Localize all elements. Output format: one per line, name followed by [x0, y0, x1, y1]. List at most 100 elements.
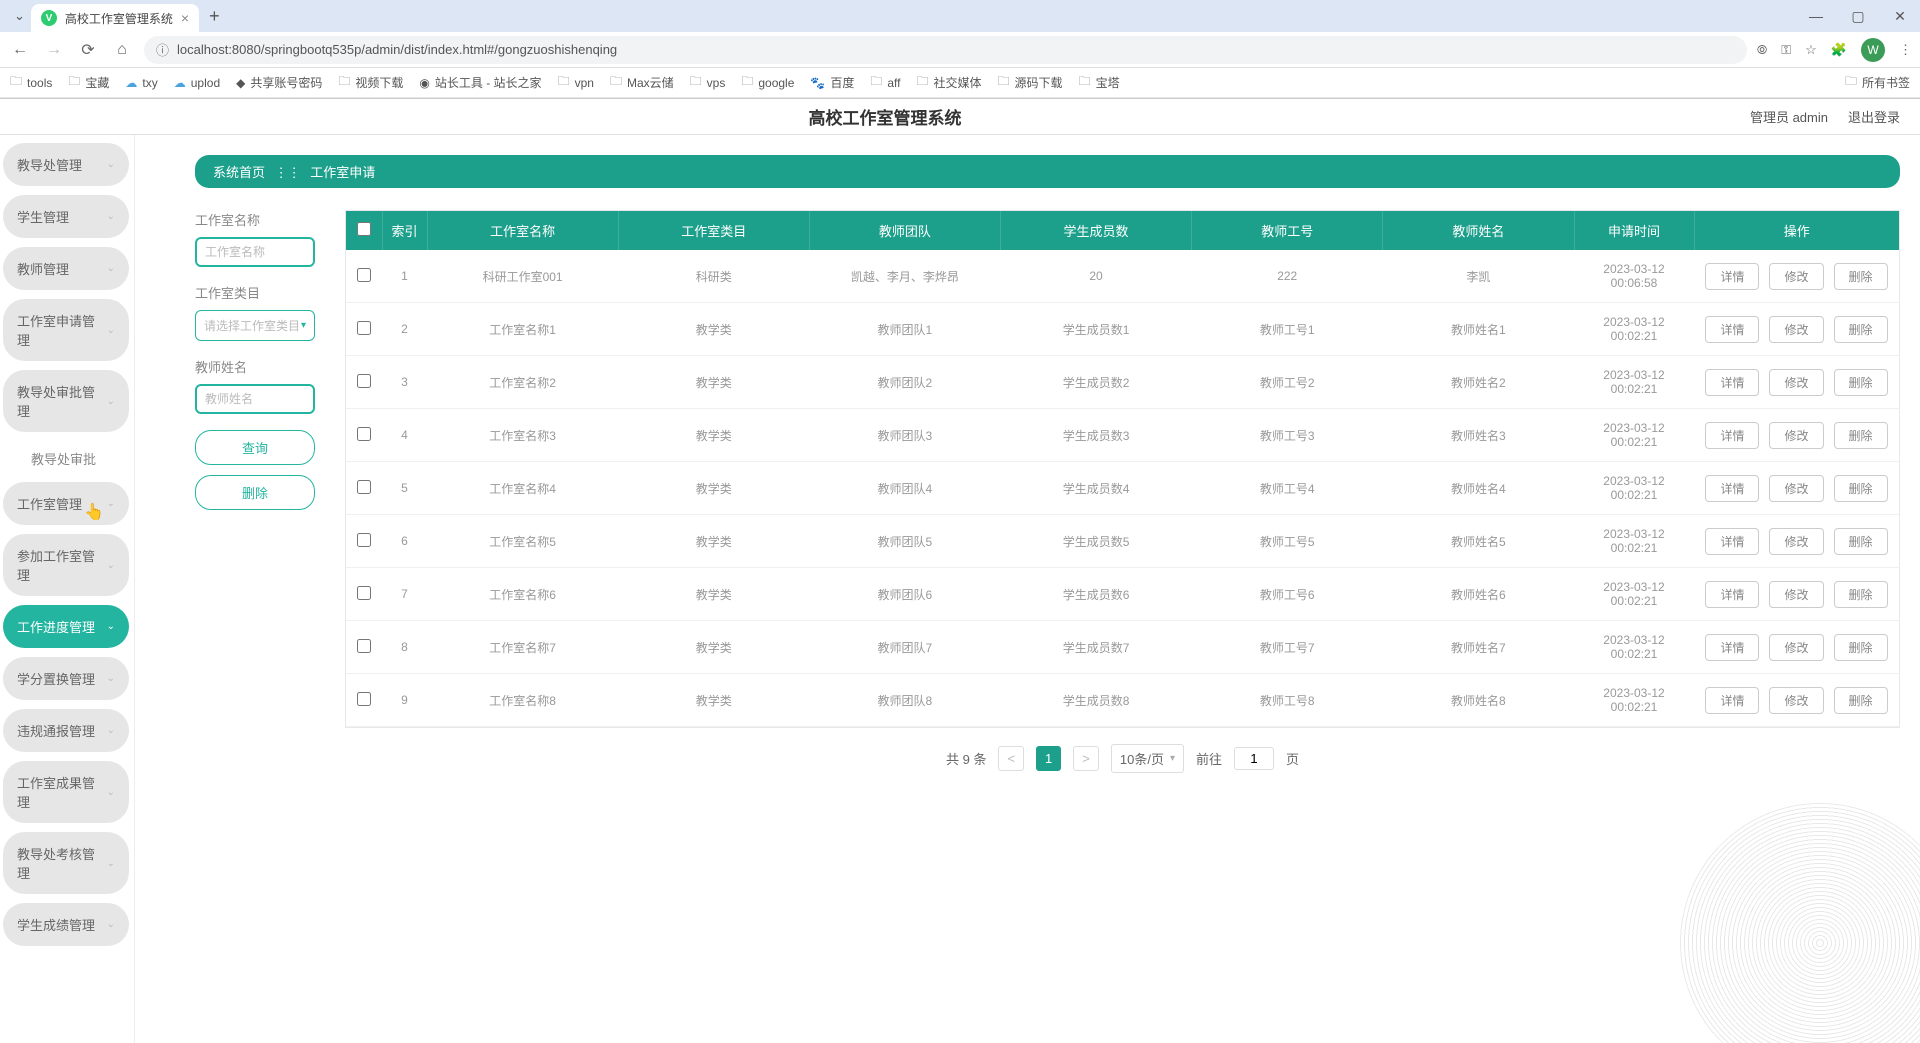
edit-button[interactable]: 修改 [1769, 263, 1823, 290]
sidebar-item-7[interactable]: 工作进度管理⌄ [3, 605, 129, 648]
teacher-input[interactable] [195, 384, 315, 414]
bookmark-item[interactable]: 🗀宝塔 [1079, 72, 1120, 93]
folder-icon: 🗀 [998, 72, 1010, 93]
delete-row-button[interactable]: 删除 [1834, 528, 1888, 555]
edit-button[interactable]: 修改 [1769, 634, 1823, 661]
edit-button[interactable]: 修改 [1769, 369, 1823, 396]
name-input[interactable] [195, 237, 315, 267]
detail-button[interactable]: 详情 [1705, 528, 1759, 555]
prev-page-button[interactable]: < [998, 746, 1024, 771]
edit-button[interactable]: 修改 [1769, 581, 1823, 608]
extensions-icon[interactable]: 🧩 [1831, 42, 1847, 58]
delete-row-button[interactable]: 删除 [1834, 581, 1888, 608]
row-checkbox[interactable] [357, 374, 371, 388]
bookmark-item[interactable]: 🗀源码下载 [998, 72, 1063, 93]
edit-button[interactable]: 修改 [1769, 475, 1823, 502]
detail-button[interactable]: 详情 [1705, 422, 1759, 449]
delete-row-button[interactable]: 删除 [1834, 316, 1888, 343]
home-button[interactable]: ⌂ [110, 41, 134, 59]
type-select[interactable]: 请选择工作室类目 ▾ [195, 310, 315, 341]
per-page-select[interactable]: 10条/页 ▾ [1111, 744, 1184, 773]
sidebar-item-0[interactable]: 教导处管理⌄ [3, 143, 129, 186]
new-tab-button[interactable]: + [209, 6, 220, 27]
row-checkbox[interactable] [357, 480, 371, 494]
sidebar-item-11[interactable]: 教导处考核管理⌄ [3, 832, 129, 894]
bookmark-item[interactable]: ☁txy [125, 76, 157, 90]
bookmark-item[interactable]: 🐾百度 [810, 74, 854, 91]
sidebar-item-3[interactable]: 工作室申请管理⌄ [3, 299, 129, 361]
delete-row-button[interactable]: 删除 [1834, 263, 1888, 290]
sidebar-item-1[interactable]: 学生管理⌄ [3, 195, 129, 238]
bookmark-item[interactable]: 🗀tools [10, 72, 52, 93]
menu-dots-icon[interactable]: ⋮ [1899, 42, 1912, 58]
delete-row-button[interactable]: 删除 [1834, 422, 1888, 449]
sidebar-sub-item[interactable]: 教导处审批 [3, 441, 129, 476]
row-checkbox[interactable] [357, 639, 371, 653]
edit-button[interactable]: 修改 [1769, 422, 1823, 449]
bookmark-item[interactable]: 🗀宝藏 [68, 72, 109, 93]
detail-button[interactable]: 详情 [1705, 369, 1759, 396]
row-checkbox[interactable] [357, 533, 371, 547]
bookmark-item[interactable]: ◉站长工具 - 站长之家 [419, 74, 541, 91]
goto-input[interactable] [1234, 747, 1274, 770]
bookmark-item[interactable]: 🗀google [741, 72, 794, 93]
sidebar-item-5[interactable]: 工作室管理⌄ [3, 482, 129, 525]
minimize-button[interactable]: — [1804, 8, 1828, 25]
reload-button[interactable]: ⟳ [76, 40, 100, 60]
detail-button[interactable]: 详情 [1705, 687, 1759, 714]
delete-row-button[interactable]: 删除 [1834, 369, 1888, 396]
sidebar-item-4[interactable]: 教导处审批管理⌄ [3, 370, 129, 432]
profile-avatar[interactable]: W [1861, 38, 1885, 62]
bookmark-item[interactable]: 🗀视频下载 [338, 72, 403, 93]
maximize-button[interactable]: ▢ [1846, 8, 1870, 25]
sidebar-item-12[interactable]: 学生成绩管理⌄ [3, 903, 129, 946]
tab-close-icon[interactable]: × [181, 10, 189, 26]
translate-icon[interactable]: ⦾ [1757, 42, 1767, 58]
sidebar-item-2[interactable]: 教师管理⌄ [3, 247, 129, 290]
url-field[interactable]: ⓘ localhost:8080/springbootq535p/admin/d… [144, 36, 1747, 64]
select-all-checkbox[interactable] [357, 222, 371, 236]
breadcrumb-home[interactable]: 系统首页 [213, 165, 265, 180]
delete-row-button[interactable]: 删除 [1834, 475, 1888, 502]
sidebar-item-8[interactable]: 学分置换管理⌄ [3, 657, 129, 700]
next-page-button[interactable]: > [1073, 746, 1099, 771]
delete-row-button[interactable]: 删除 [1834, 634, 1888, 661]
bookmark-item[interactable]: ◆共享账号密码 [236, 74, 322, 91]
row-checkbox[interactable] [357, 321, 371, 335]
all-bookmarks[interactable]: 🗀所有书签 [1845, 72, 1910, 93]
close-window-button[interactable]: ✕ [1888, 8, 1912, 25]
bookmark-item[interactable]: 🗀vps [690, 72, 726, 93]
row-checkbox[interactable] [357, 427, 371, 441]
back-button[interactable]: ← [8, 41, 32, 59]
detail-button[interactable]: 详情 [1705, 263, 1759, 290]
edit-button[interactable]: 修改 [1769, 528, 1823, 555]
sidebar-item-9[interactable]: 违规通报管理⌄ [3, 709, 129, 752]
bookmark-item[interactable]: 🗀社交媒体 [917, 72, 982, 93]
bookmark-item[interactable]: 🗀vpn [558, 72, 594, 93]
edit-button[interactable]: 修改 [1769, 687, 1823, 714]
row-checkbox[interactable] [357, 268, 371, 282]
row-checkbox[interactable] [357, 692, 371, 706]
bookmark-item[interactable]: ☁uplod [174, 76, 220, 90]
forward-button[interactable]: → [42, 41, 66, 59]
bookmark-item[interactable]: 🗀aff [870, 72, 900, 93]
site-info-icon[interactable]: ⓘ [156, 40, 169, 59]
sidebar-item-6[interactable]: 参加工作室管理⌄ [3, 534, 129, 596]
page-1-button[interactable]: 1 [1036, 746, 1061, 771]
detail-button[interactable]: 详情 [1705, 581, 1759, 608]
tab-dropdown-icon[interactable]: ⌄ [14, 8, 25, 24]
detail-button[interactable]: 详情 [1705, 475, 1759, 502]
detail-button[interactable]: 详情 [1705, 316, 1759, 343]
bookmark-star-icon[interactable]: ☆ [1805, 42, 1817, 58]
query-button[interactable]: 查询 [195, 430, 315, 465]
delete-button[interactable]: 删除 [195, 475, 315, 510]
browser-tab[interactable]: V 高校工作室管理系统 × [31, 4, 199, 32]
password-icon[interactable]: ⚿ [1781, 42, 1791, 58]
bookmark-item[interactable]: 🗀Max云储 [610, 72, 674, 93]
delete-row-button[interactable]: 删除 [1834, 687, 1888, 714]
row-checkbox[interactable] [357, 586, 371, 600]
logout-link[interactable]: 退出登录 [1848, 107, 1900, 126]
detail-button[interactable]: 详情 [1705, 634, 1759, 661]
edit-button[interactable]: 修改 [1769, 316, 1823, 343]
sidebar-item-10[interactable]: 工作室成果管理⌄ [3, 761, 129, 823]
